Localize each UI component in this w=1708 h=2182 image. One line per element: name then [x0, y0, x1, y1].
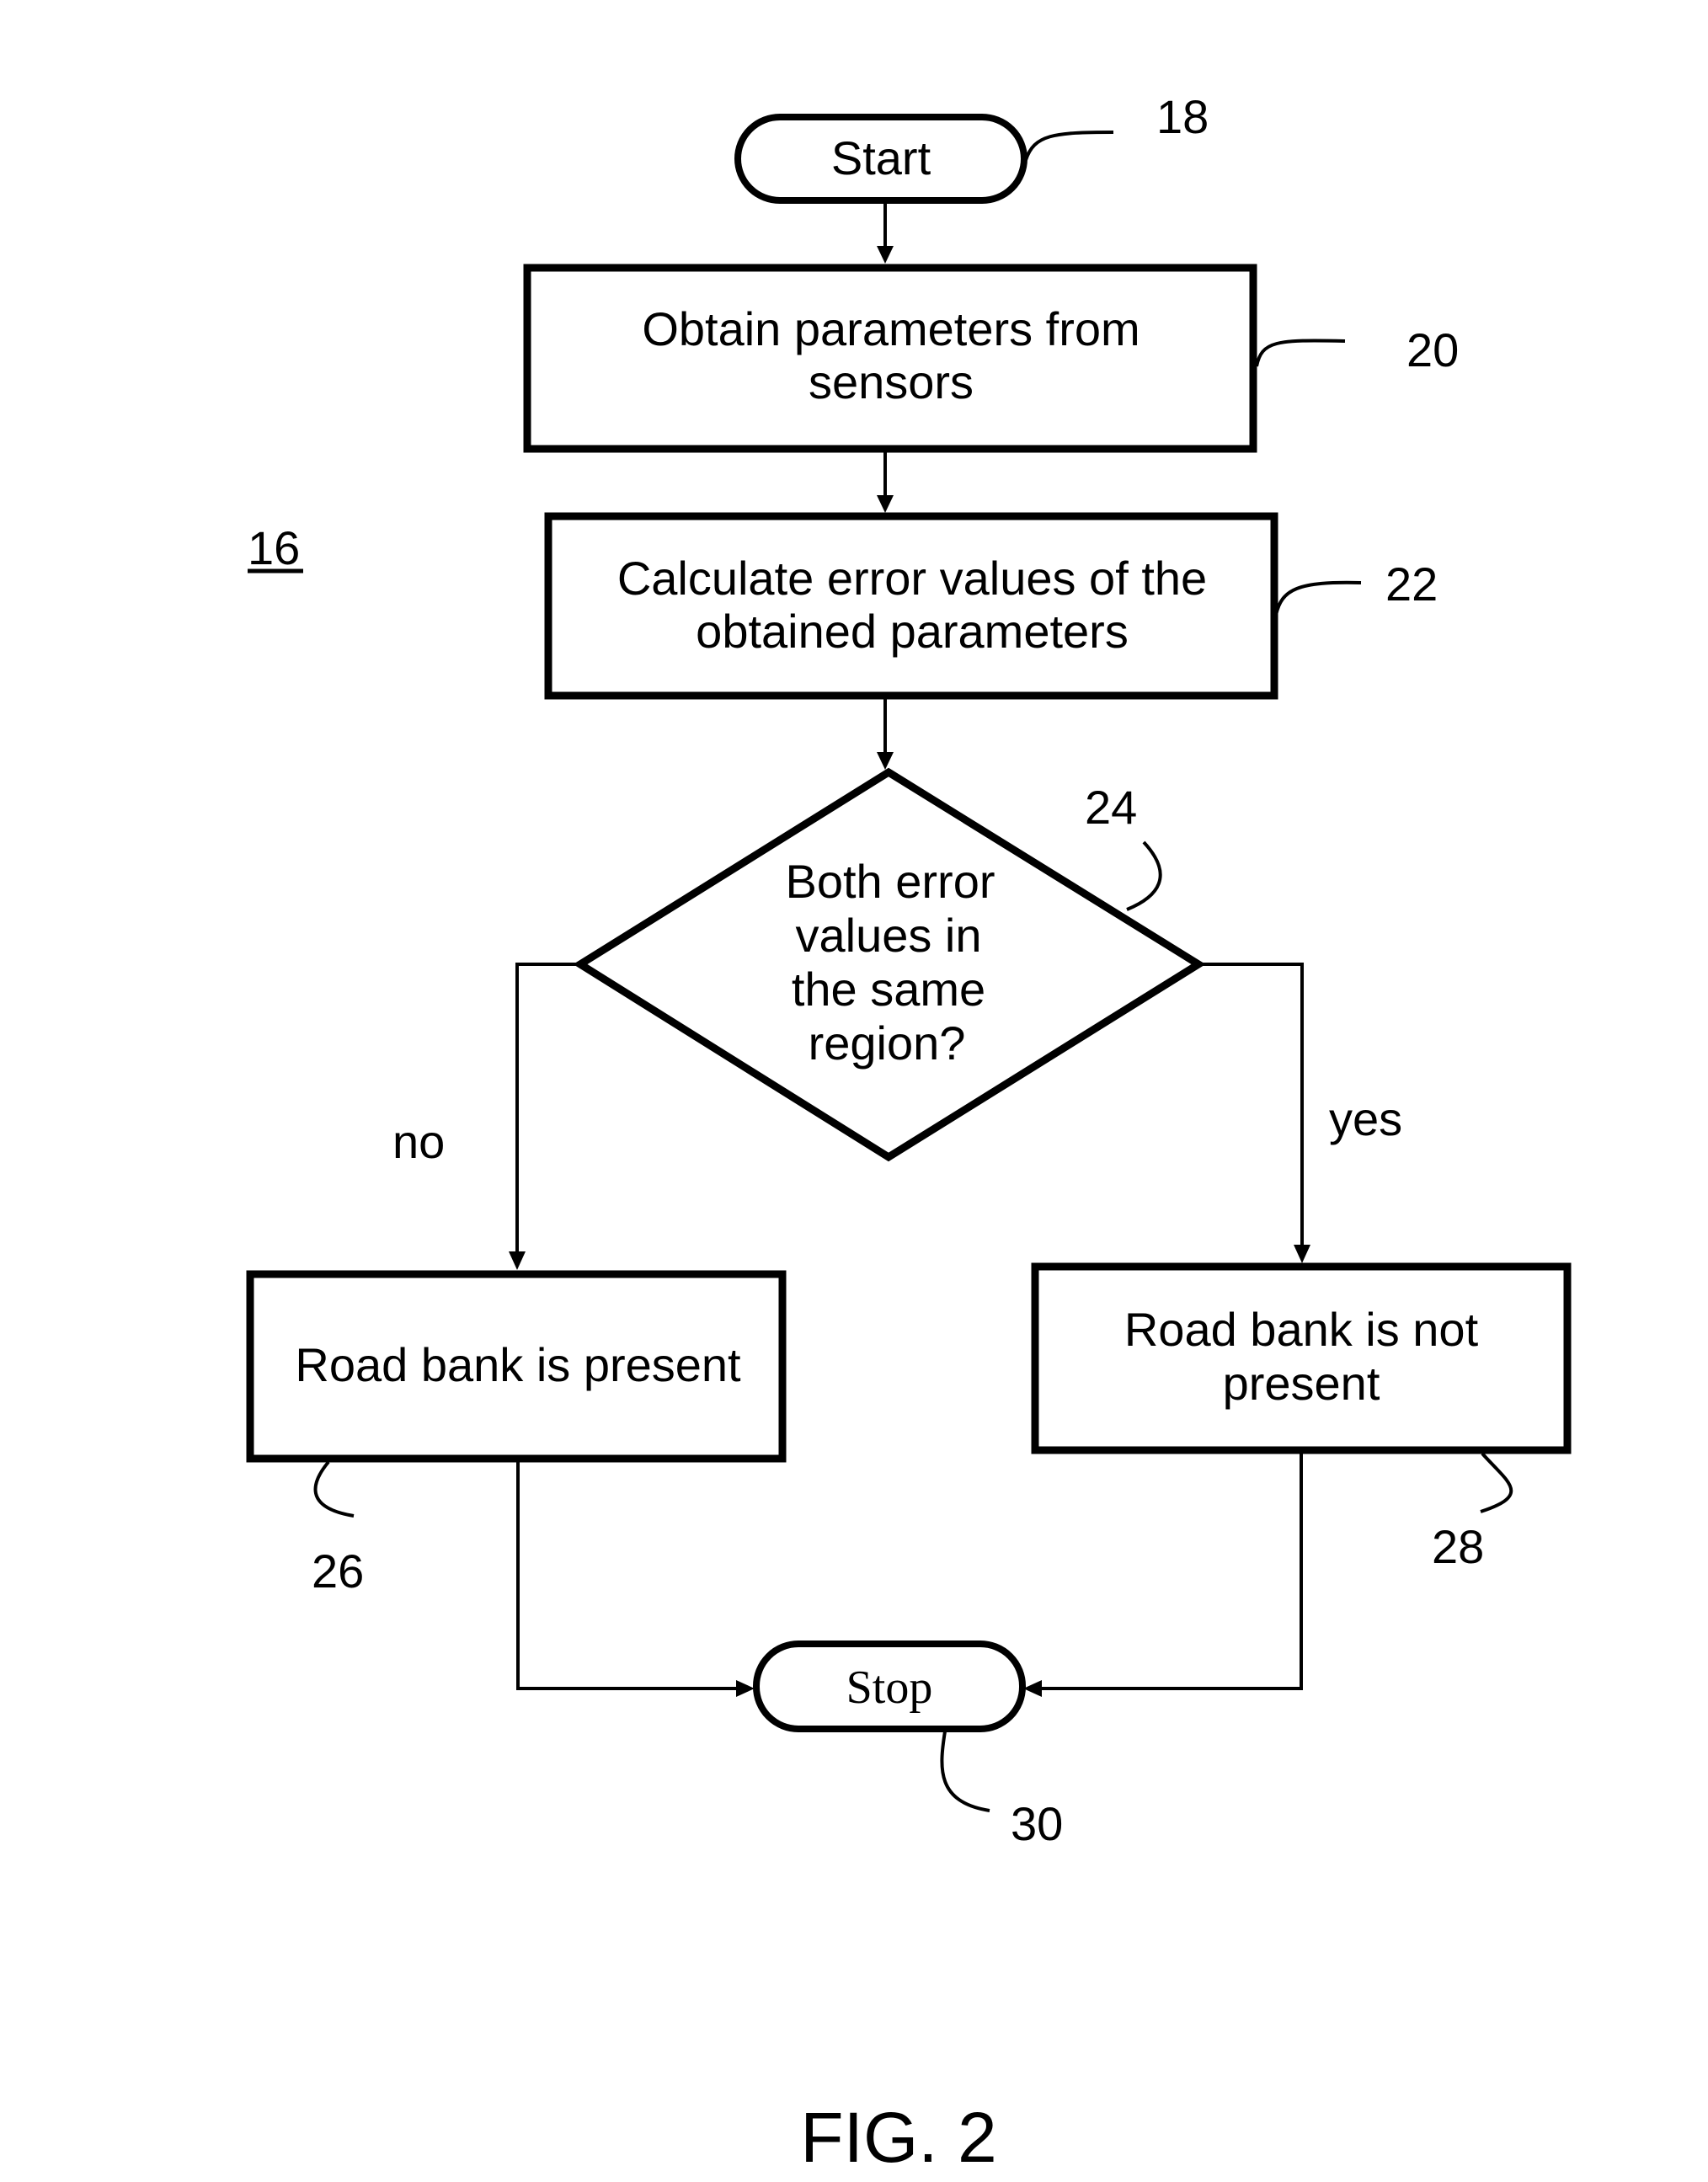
figure-reference-numeral: 16	[248, 521, 300, 574]
obtain-leader-line	[1255, 339, 1346, 367]
calculate-leader-line	[1274, 580, 1362, 616]
decision-line-2: values in	[795, 909, 981, 962]
no-branch-label: no	[392, 1115, 445, 1168]
road-bank-present-label: Road bank is present	[295, 1338, 741, 1391]
yes-branch-label: yes	[1329, 1092, 1402, 1145]
stop-leader-line	[940, 1731, 990, 1812]
road-bank-not-present-line-2: present	[1223, 1357, 1380, 1410]
arrowhead	[1023, 1680, 1042, 1697]
road-bank-not-present-node: Road bank is not present	[1031, 1262, 1572, 1454]
stop-ref-numeral: 30	[1011, 1797, 1063, 1850]
calculate-error-line-1: Calculate error values of the	[617, 552, 1207, 605]
calculate-error-node: Calculate error values of the obtained p…	[544, 512, 1278, 700]
arrowhead	[1294, 1245, 1310, 1263]
decision-line-1: Both error	[786, 855, 995, 908]
decision-ref-numeral: 24	[1085, 781, 1137, 834]
decision-line-3: the same	[792, 963, 985, 1016]
stop-label: Stop	[846, 1662, 933, 1714]
connector-present-stop	[516, 1459, 745, 1690]
arrowhead	[509, 1251, 526, 1270]
figure-caption: FIG. 2	[800, 2098, 996, 2177]
calculate-error-line-2: obtained parameters	[696, 605, 1129, 658]
obtain-ref-numeral: 20	[1406, 323, 1459, 376]
road-bank-not-present-line-1: Road bank is not	[1124, 1303, 1479, 1356]
start-ref-numeral: 18	[1156, 90, 1209, 143]
decision-leader-line	[1126, 840, 1162, 911]
start-label: Start	[831, 131, 931, 184]
start-node: Start	[734, 114, 1027, 204]
obtain-parameters-line-1: Obtain parameters from	[642, 302, 1140, 355]
stop-node: Stop	[753, 1641, 1026, 1732]
calculate-ref-numeral: 22	[1385, 558, 1438, 611]
start-leader-line	[1024, 131, 1114, 161]
arrowhead	[877, 752, 894, 770]
arrowhead	[877, 246, 894, 264]
present-ref-numeral: 26	[312, 1544, 364, 1598]
obtain-parameters-line-2: sensors	[809, 355, 974, 408]
not-present-leader-line	[1480, 1452, 1513, 1513]
not-present-ref-numeral: 28	[1432, 1520, 1484, 1573]
arrowhead	[736, 1680, 755, 1697]
connector-not-present-stop	[1033, 1450, 1303, 1690]
obtain-parameters-node: Obtain parameters from sensors	[523, 264, 1257, 453]
connector-no-branch	[515, 963, 580, 1262]
present-leader-line	[313, 1460, 355, 1518]
road-bank-present-node: Road bank is present	[246, 1270, 787, 1463]
connector-yes-branch	[1198, 963, 1304, 1255]
flowchart: 16 Start 18 Obtain parameters from senso…	[246, 90, 1572, 2177]
arrowhead	[877, 495, 894, 513]
decision-line-4: region?	[809, 1016, 966, 1070]
